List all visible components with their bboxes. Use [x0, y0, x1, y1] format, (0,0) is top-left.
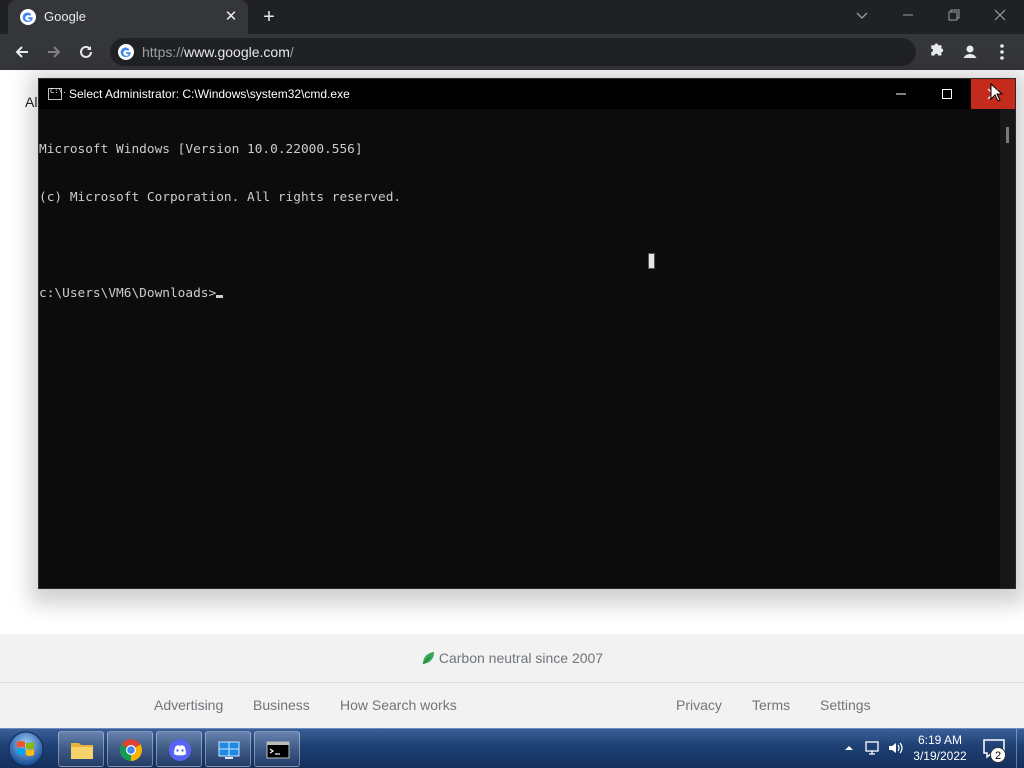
back-arrow-icon — [15, 46, 28, 58]
tab-search-icon[interactable] — [840, 0, 886, 30]
console-prompt: c:\Users\VM6\Downloads> — [39, 286, 217, 301]
browser-toolbar: https://www.google.com/ — [0, 34, 1024, 70]
taskbar: 6:19 AM 3/19/2022 2 — [0, 728, 1024, 768]
browser-close-button[interactable] — [978, 0, 1024, 30]
browser-minimize-button[interactable] — [886, 0, 932, 30]
reload-button[interactable] — [72, 38, 100, 66]
taskbar-discord[interactable] — [156, 731, 202, 767]
forward-button[interactable] — [40, 38, 68, 66]
remote-desktop-icon — [218, 741, 240, 759]
back-button[interactable] — [8, 38, 36, 66]
cmd-minimize-button[interactable] — [879, 79, 923, 109]
browser-tab-strip: Google ✕ + — [0, 0, 1024, 34]
footer-link-advertising[interactable]: Advertising — [154, 697, 223, 713]
system-clock[interactable]: 6:19 AM 3/19/2022 — [904, 732, 976, 764]
footer-location-bar: Carbon neutral since 2007 — [0, 634, 1024, 682]
network-icon[interactable] — [863, 739, 881, 757]
footer-link-terms[interactable]: Terms — [752, 697, 790, 713]
address-bar[interactable]: https://www.google.com/ — [110, 38, 916, 66]
clock-time: 6:19 AM — [917, 733, 963, 747]
taskbar-chrome[interactable] — [107, 731, 153, 767]
cmd-scrollbar-thumb[interactable] — [1006, 127, 1009, 143]
chrome-icon — [120, 739, 142, 761]
tab-close-icon[interactable]: ✕ — [222, 8, 240, 26]
discord-icon — [169, 739, 191, 761]
folder-icon — [71, 743, 93, 759]
browser-tab[interactable]: Google ✕ — [8, 0, 248, 34]
text-cursor — [216, 295, 224, 298]
carbon-neutral-note[interactable]: Carbon neutral since 2007 — [0, 650, 1024, 666]
footer-link-settings[interactable]: Settings — [820, 697, 871, 713]
browser-restore-button[interactable] — [932, 0, 978, 30]
carbon-neutral-text: Carbon neutral since 2007 — [438, 650, 604, 666]
console-prompt-line: c:\Users\VM6\Downloads> — [39, 286, 999, 302]
notification-count-badge: 2 — [990, 747, 1006, 763]
forward-arrow-icon — [48, 46, 61, 58]
cmd-scrollbar[interactable] — [1000, 109, 1015, 588]
show-hidden-icons-icon[interactable] — [842, 741, 856, 755]
taskbar-command-prompt[interactable] — [254, 731, 300, 767]
chrome-menu-icon[interactable] — [990, 40, 1014, 64]
console-line: (c) Microsoft Corporation. All rights re… — [39, 190, 402, 205]
console-line: Microsoft Windows [Version 10.0.22000.55… — [39, 142, 363, 157]
show-desktop-button[interactable] — [1016, 729, 1024, 768]
cmd-app-icon[interactable]: C:\. — [48, 87, 67, 100]
cmd-window[interactable]: C:\. Select Administrator: C:\Windows\sy… — [38, 78, 1016, 589]
google-favicon-icon — [20, 9, 36, 25]
profile-avatar-icon[interactable] — [958, 40, 982, 64]
footer-link-how-search-works[interactable]: How Search works — [340, 697, 457, 713]
volume-icon[interactable] — [887, 739, 905, 757]
footer-links: Advertising Business How Search works Pr… — [0, 682, 1024, 728]
cmd-window-title: Select Administrator: C:\Windows\system3… — [69, 87, 350, 101]
new-tab-button[interactable]: + — [258, 6, 280, 28]
minimize-icon — [896, 93, 906, 95]
clock-date: 3/19/2022 — [913, 749, 967, 763]
reload-icon — [80, 45, 92, 58]
cmd-title-bar[interactable]: C:\. Select Administrator: C:\Windows\sy… — [39, 79, 1015, 109]
cmd-console-output[interactable]: Microsoft Windows [Version 10.0.22000.55… — [39, 109, 999, 588]
taskbar-remote-desktop[interactable] — [205, 731, 251, 767]
url-text: https://www.google.com/ — [142, 44, 294, 60]
maximize-icon — [942, 89, 952, 99]
extensions-puzzle-icon[interactable] — [926, 40, 950, 64]
tab-title: Google — [44, 9, 86, 24]
command-prompt-icon — [266, 741, 290, 759]
leaf-icon — [422, 652, 434, 665]
mouse-pointer-icon — [990, 83, 1004, 102]
mouse-ibeam-cursor-icon — [648, 253, 655, 269]
taskbar-file-explorer[interactable] — [58, 731, 104, 767]
google-favicon-icon — [118, 44, 134, 60]
footer-link-privacy[interactable]: Privacy — [676, 697, 722, 713]
footer-link-business[interactable]: Business — [253, 697, 310, 713]
cmd-maximize-button[interactable] — [925, 79, 969, 109]
start-button-windows-logo-icon[interactable] — [6, 730, 46, 768]
